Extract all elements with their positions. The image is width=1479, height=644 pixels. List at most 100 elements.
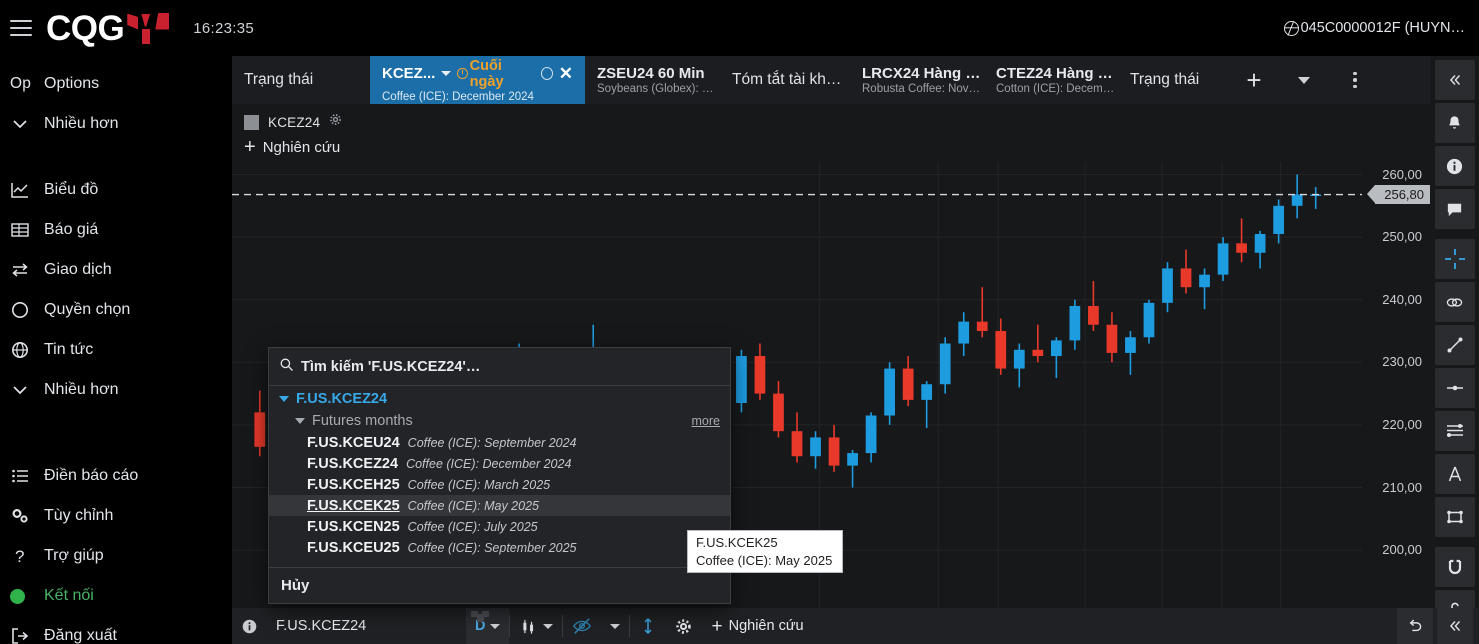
scale-button[interactable] (630, 608, 666, 644)
tab-list-dropdown[interactable] (1280, 56, 1328, 104)
sidebar-item-more-bottom[interactable]: Nhiều hơn (0, 370, 232, 410)
record-circle-icon[interactable] (540, 67, 553, 80)
account-indicator[interactable]: 045C0000012F (HUYN… (1283, 20, 1465, 36)
sidebar-item-label: Báo giá (44, 221, 99, 238)
tab-ctez24[interactable]: CTEZ24 Hàng … Cotton (ICE): Decem… (984, 56, 1118, 104)
list-item-desc: Coffee (ICE): May 2025 (407, 498, 539, 513)
tab-label: ZSEU24 60 Min (597, 65, 705, 82)
tab-label: Trạng thái (244, 71, 314, 88)
sidebar-item-settings[interactable]: Tùy chỉnh (0, 496, 232, 536)
comments-button[interactable] (1434, 189, 1475, 229)
chevron-down-icon[interactable] (279, 396, 289, 402)
chart-info-button[interactable] (232, 608, 266, 644)
sidebar-item-trade[interactable]: Giao dịch (0, 250, 232, 290)
chevron-down-icon (10, 114, 44, 134)
sidebar-item-label: Options (44, 75, 100, 92)
list-item[interactable]: F.US.KCEZ24 Coffee (ICE): December 2024 (269, 453, 730, 474)
sidebar-item-connection[interactable]: Kết nối (0, 576, 232, 616)
more-link[interactable]: more (692, 414, 720, 428)
plus-icon: + (244, 136, 256, 158)
chevron-down-icon[interactable] (295, 418, 305, 424)
add-tab-button[interactable]: + (1228, 56, 1280, 104)
sidebar-item-label: Tùy chỉnh (44, 507, 114, 524)
chevron-down-icon (1298, 76, 1310, 84)
sidebar-item-options-chain[interactable]: Quyền chọn (0, 290, 232, 330)
hide-studies-button[interactable] (563, 608, 601, 644)
tab-kcez24[interactable]: KCEZ... Cuối ngày ✕ Coffee (ICE): Decemb… (370, 56, 585, 104)
brand-text: CQG (46, 8, 125, 48)
sidebar-item-logout[interactable]: Đăng xuất (0, 616, 232, 644)
chart-style-selector[interactable] (510, 608, 562, 644)
add-study-button-bottom[interactable]: + Nghiên cứu (701, 608, 813, 644)
sidebar-item-options[interactable]: Op Options (0, 64, 232, 104)
rectangle-icon (1446, 510, 1463, 524)
info-button[interactable] (1434, 146, 1475, 186)
tab-trang-thai-1[interactable]: Trạng thái (232, 56, 370, 104)
chevron-down-icon[interactable] (441, 71, 452, 76)
list-item[interactable]: F.US.KCEH25 Coffee (ICE): March 2025 (269, 474, 730, 495)
symbol-input[interactable]: F.US.KCEZ24 (266, 608, 466, 644)
sidebar-item-news[interactable]: Tin tức (0, 330, 232, 370)
gears-icon (10, 506, 44, 526)
collapse-bottom-button[interactable] (1437, 608, 1473, 644)
close-icon[interactable]: ✕ (559, 65, 573, 82)
list-item[interactable]: F.US.KCEN25 Coffee (ICE): July 2025 (269, 516, 730, 537)
search-group-futures-months[interactable]: Futures months more (269, 410, 730, 432)
add-study-button-top[interactable]: + Nghiên cứu (232, 137, 1430, 157)
gear-icon[interactable] (329, 113, 342, 131)
sidebar-item-label: Điền báo cáo (44, 467, 139, 484)
search-result-root[interactable]: F.US.KCEZ24 (269, 386, 730, 410)
list-item-desc: Coffee (ICE): September 2024 (407, 435, 577, 450)
undo-button[interactable] (1397, 608, 1433, 644)
crosshair-tool-button[interactable] (1434, 239, 1475, 279)
tab-lrcx24[interactable]: LRCX24 Hàng … Robusta Coffee: Nov… (850, 56, 984, 104)
price-tick-label: 230,00 (1382, 354, 1422, 370)
tab-overflow-menu[interactable] (1328, 56, 1382, 104)
list-item-desc: Coffee (ICE): December 2024 (406, 456, 572, 471)
collapse-panel-button[interactable] (1434, 60, 1475, 100)
list-icon (10, 466, 44, 486)
sidebar-item-charts[interactable]: Biểu đồ (0, 170, 232, 210)
tab-label: Trạng thái (1130, 71, 1200, 88)
cancel-button[interactable]: Hủy (281, 577, 309, 594)
app-root: CQG 16:23:35 045C0000012F (HUYN… Op Opti… (0, 0, 1479, 644)
studies-dropdown[interactable] (601, 608, 629, 644)
trendline-tool-button[interactable] (1434, 325, 1475, 365)
price-tick-label: 250,00 (1382, 229, 1422, 245)
list-item-selected[interactable]: F.US.KCEK25 Coffee (ICE): May 2025 (269, 495, 730, 516)
clock-icon (457, 68, 468, 79)
globe-icon (10, 340, 44, 360)
parallel-lines-tool-button[interactable] (1434, 411, 1475, 451)
sidebar-item-label: Tin tức (44, 341, 94, 358)
price-axis[interactable]: 190,00200,00210,00220,00230,00240,00250,… (1362, 162, 1430, 644)
sidebar-item-quotes[interactable]: Báo giá (0, 210, 232, 250)
list-item-symbol: F.US.KCEZ24 (307, 455, 399, 472)
tab-account-summary[interactable]: Tóm tắt tài kh… (720, 56, 850, 104)
link-tool-button[interactable] (1434, 282, 1475, 322)
alerts-button[interactable] (1434, 103, 1475, 143)
list-item[interactable]: F.US.KCEU24 Coffee (ICE): September 2024 (269, 432, 730, 453)
rectangle-tool-button[interactable] (1434, 497, 1475, 537)
list-item[interactable]: F.US.KCEU25 Coffee (ICE): September 2025 (269, 537, 730, 558)
tab-trang-thai-2[interactable]: Trạng thái (1118, 56, 1228, 104)
green-dot-icon (10, 588, 44, 604)
tooltip-line-2: Coffee (ICE): May 2025 (696, 552, 833, 568)
text-tool-button[interactable] (1434, 454, 1475, 494)
comment-icon (1447, 203, 1462, 216)
hamburger-menu-icon[interactable] (10, 20, 32, 36)
search-results-list: F.US.KCEZ24 Futures months more F.US.KCE… (269, 386, 730, 566)
tab-zseu24[interactable]: ZSEU24 60 Min Soybeans (Globex): … (585, 56, 720, 104)
right-toolbar (1430, 56, 1479, 644)
chart-legend[interactable]: KCEZ24 (232, 104, 1430, 131)
symbol-search-panel[interactable]: Tìm kiếm 'F.US.KCEZ24'… F.US.KCEZ24 Futu… (268, 347, 731, 604)
sidebar-item-more-top[interactable]: Nhiều hơn (0, 104, 232, 144)
chevron-down-icon (610, 623, 621, 629)
magnet-tool-button[interactable] (1434, 547, 1475, 587)
search-input[interactable]: Tìm kiếm 'F.US.KCEZ24'… (269, 348, 730, 386)
sidebar-item-reports[interactable]: Điền báo cáo (0, 456, 232, 496)
list-item-desc: Coffee (ICE): March 2025 (407, 477, 551, 492)
sidebar-item-help[interactable]: ? Trợ giúp (0, 536, 232, 576)
horizontal-line-tool-button[interactable] (1434, 368, 1475, 408)
chart-settings-button[interactable] (666, 608, 701, 644)
panel-collapse-handle-icon[interactable] (470, 607, 492, 629)
